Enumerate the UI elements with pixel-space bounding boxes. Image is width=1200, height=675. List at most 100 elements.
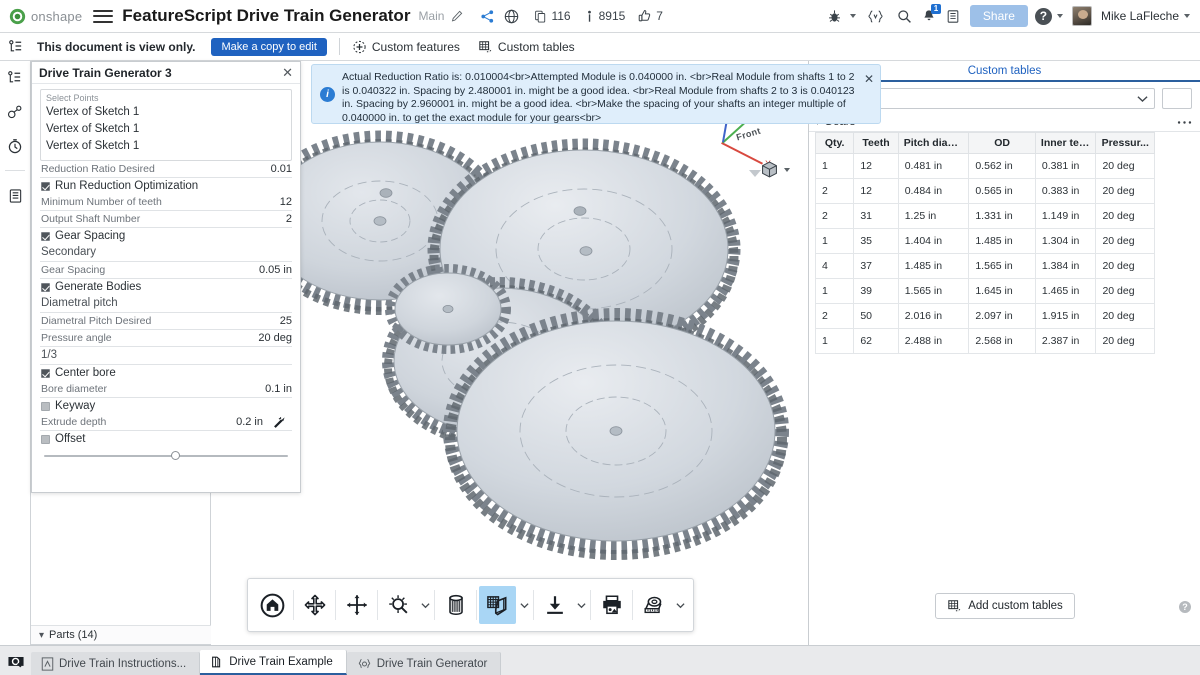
param-output-shaft-number[interactable]: Output Shaft Number 2 bbox=[40, 211, 292, 228]
list-item[interactable]: Vertex of Sketch 1 bbox=[46, 104, 286, 121]
display-style-caret-icon[interactable] bbox=[784, 168, 790, 172]
checkbox-icon[interactable] bbox=[41, 402, 50, 411]
param-offset[interactable]: Offset bbox=[40, 431, 292, 447]
3d-viewport[interactable]: Front X bbox=[212, 61, 808, 645]
param-slider[interactable] bbox=[40, 447, 292, 463]
user-caret-icon[interactable] bbox=[1184, 14, 1190, 18]
table-row[interactable]: 1 39 1.565 in 1.645 in 1.465 in 20 deg bbox=[816, 279, 1155, 304]
param-group-one-third[interactable]: 1/3 bbox=[40, 347, 292, 365]
column-header-teeth[interactable]: Teeth bbox=[854, 133, 898, 154]
param-reduction-ratio[interactable]: Reduction Ratio Desired 0.01 bbox=[40, 161, 292, 178]
chevron-down-icon[interactable]: ▾ bbox=[39, 630, 44, 641]
search-icon[interactable] bbox=[895, 6, 915, 26]
table-row[interactable]: 1 12 0.481 in 0.562 in 0.381 in 20 deg bbox=[816, 154, 1155, 179]
list-panel-icon[interactable] bbox=[943, 6, 963, 26]
checkbox-icon[interactable] bbox=[41, 182, 50, 191]
custom-features-button[interactable]: Custom features bbox=[352, 40, 460, 54]
tab-drive-train-example[interactable]: Drive Train Example bbox=[200, 650, 347, 675]
param-value[interactable]: 20 deg bbox=[258, 332, 292, 344]
table-panel-icon[interactable] bbox=[5, 185, 26, 206]
zoom-caret-icon[interactable] bbox=[419, 586, 432, 624]
measure-caret-icon[interactable] bbox=[674, 586, 687, 624]
param-value[interactable]: 12 bbox=[280, 196, 292, 208]
param-generate-bodies[interactable]: Generate Bodies bbox=[40, 279, 292, 295]
gears-section-more-icon[interactable] bbox=[1177, 120, 1192, 125]
zoom-view-button[interactable] bbox=[380, 586, 417, 624]
export-button[interactable] bbox=[536, 586, 573, 624]
param-value[interactable]: 0.1 in bbox=[265, 383, 292, 395]
make-copy-button[interactable]: Make a copy to edit bbox=[211, 38, 326, 56]
table-row[interactable]: 4 37 1.485 in 1.565 in 1.384 in 20 deg bbox=[816, 254, 1155, 279]
custom-tables-button[interactable]: Custom tables bbox=[478, 40, 575, 54]
checkbox-icon[interactable] bbox=[41, 232, 50, 241]
pencil-icon[interactable] bbox=[451, 10, 463, 22]
user-name[interactable]: Mike LaFleche bbox=[1101, 9, 1179, 23]
param-value[interactable]: 0.2 in bbox=[236, 416, 263, 428]
slider-handle[interactable] bbox=[171, 451, 180, 460]
wand-icon[interactable] bbox=[273, 416, 286, 429]
onshape-logo[interactable]: onshape bbox=[9, 8, 82, 25]
main-menu-button[interactable] bbox=[93, 8, 113, 25]
display-style-button[interactable] bbox=[479, 586, 516, 624]
print-button[interactable] bbox=[593, 586, 630, 624]
checkbox-icon[interactable] bbox=[41, 369, 50, 378]
param-group-secondary[interactable]: Secondary bbox=[40, 244, 292, 262]
slider-track[interactable] bbox=[44, 455, 288, 457]
export-caret-icon[interactable] bbox=[575, 586, 588, 624]
list-item[interactable]: Vertex of Sketch 1 bbox=[46, 138, 286, 155]
table-options-button[interactable]: ellipsis-icon bbox=[1162, 88, 1192, 109]
feature-list-icon[interactable] bbox=[5, 67, 26, 88]
table-row[interactable]: 2 12 0.484 in 0.565 in 0.383 in 20 deg bbox=[816, 179, 1155, 204]
param-run-reduction-optimization[interactable]: Run Reduction Optimization bbox=[40, 178, 292, 194]
document-search-icon[interactable] bbox=[0, 646, 31, 675]
param-center-bore[interactable]: Center bore bbox=[40, 365, 292, 381]
select-points-box[interactable]: Select Points Vertex of Sketch 1 Vertex … bbox=[40, 89, 292, 161]
share-button[interactable]: Share bbox=[970, 5, 1028, 27]
featurescript-braces-icon[interactable] bbox=[866, 6, 886, 26]
column-header-od[interactable]: OD bbox=[969, 133, 1036, 154]
share-node-icon[interactable] bbox=[477, 6, 497, 26]
home-view-button[interactable] bbox=[254, 586, 291, 624]
notifications-button[interactable]: 1 bbox=[918, 5, 940, 27]
param-extrude-depth[interactable]: Extrude depth 0.2 in bbox=[40, 414, 292, 431]
section-view-button[interactable] bbox=[437, 586, 474, 624]
column-header-pressure-angle[interactable]: Pressur... bbox=[1096, 133, 1155, 154]
help-icon[interactable]: ? bbox=[1179, 601, 1191, 613]
param-value[interactable]: 25 bbox=[280, 315, 292, 327]
help-caret-icon[interactable] bbox=[1057, 14, 1063, 18]
table-row[interactable]: 2 31 1.25 in 1.331 in 1.149 in 20 deg bbox=[816, 204, 1155, 229]
feature-dialog[interactable]: Drive Train Generator 3 ✕ Select Points … bbox=[31, 61, 301, 493]
table-row[interactable]: 1 62 2.488 in 2.568 in 2.387 in 20 deg bbox=[816, 329, 1155, 354]
param-minimum-teeth[interactable]: Minimum Number of teeth 12 bbox=[40, 194, 292, 211]
feature-tree-icon[interactable] bbox=[0, 39, 32, 54]
column-header-qty[interactable]: Qty. bbox=[816, 133, 854, 154]
param-bore-diameter[interactable]: Bore diameter 0.1 in bbox=[40, 381, 292, 398]
rotate-view-button[interactable] bbox=[296, 586, 333, 624]
tab-drive-train-generator[interactable]: Drive Train Generator bbox=[347, 652, 502, 675]
avatar[interactable] bbox=[1072, 6, 1092, 26]
list-item[interactable]: Vertex of Sketch 1 bbox=[46, 121, 286, 138]
param-pressure-angle[interactable]: Pressure angle 20 deg bbox=[40, 330, 292, 347]
bug-icon[interactable] bbox=[825, 6, 845, 26]
globe-icon[interactable] bbox=[501, 6, 521, 26]
column-header-inner-teeth[interactable]: Inner tee... bbox=[1035, 133, 1096, 154]
close-icon[interactable]: ✕ bbox=[864, 72, 874, 86]
param-value[interactable]: 0.05 in bbox=[259, 264, 292, 276]
close-icon[interactable]: ✕ bbox=[282, 65, 293, 81]
table-row[interactable]: 2 50 2.016 in 2.097 in 1.915 in 20 deg bbox=[816, 304, 1155, 329]
param-diametral-pitch-desired[interactable]: Diametral Pitch Desired 25 bbox=[40, 313, 292, 330]
history-clock-icon[interactable] bbox=[5, 135, 26, 156]
tab-drive-train-instructions[interactable]: Drive Train Instructions... bbox=[31, 652, 200, 675]
param-value[interactable]: 0.01 bbox=[271, 163, 292, 175]
help-icon[interactable]: ? bbox=[1035, 8, 1052, 25]
param-gear-spacing-value[interactable]: Gear Spacing 0.05 in bbox=[40, 262, 292, 279]
add-custom-tables-button[interactable]: Add custom tables bbox=[935, 593, 1075, 619]
pan-view-button[interactable] bbox=[338, 586, 375, 624]
feature-list-panel[interactable]: ▾ Parts (14) bbox=[31, 493, 211, 645]
param-group-diametral-pitch[interactable]: Diametral pitch bbox=[40, 295, 292, 313]
param-value[interactable]: 2 bbox=[286, 213, 292, 225]
display-style-menu[interactable] bbox=[760, 160, 790, 179]
table-row[interactable]: 1 35 1.404 in 1.485 in 1.304 in 20 deg bbox=[816, 229, 1155, 254]
checkbox-icon[interactable] bbox=[41, 435, 50, 444]
bug-caret-icon[interactable] bbox=[850, 14, 856, 18]
